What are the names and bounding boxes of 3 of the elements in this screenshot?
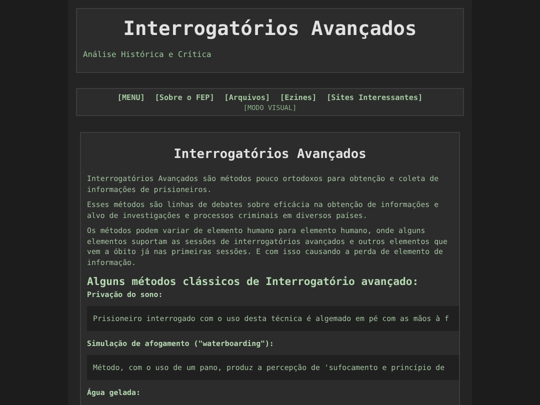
article-title: Interrogatórios Avançados <box>172 147 368 162</box>
section-heading: Alguns métodos clássicos de Interrogatório avançado: <box>87 276 420 288</box>
site-title: Interrogatórios Avançados <box>122 17 418 40</box>
